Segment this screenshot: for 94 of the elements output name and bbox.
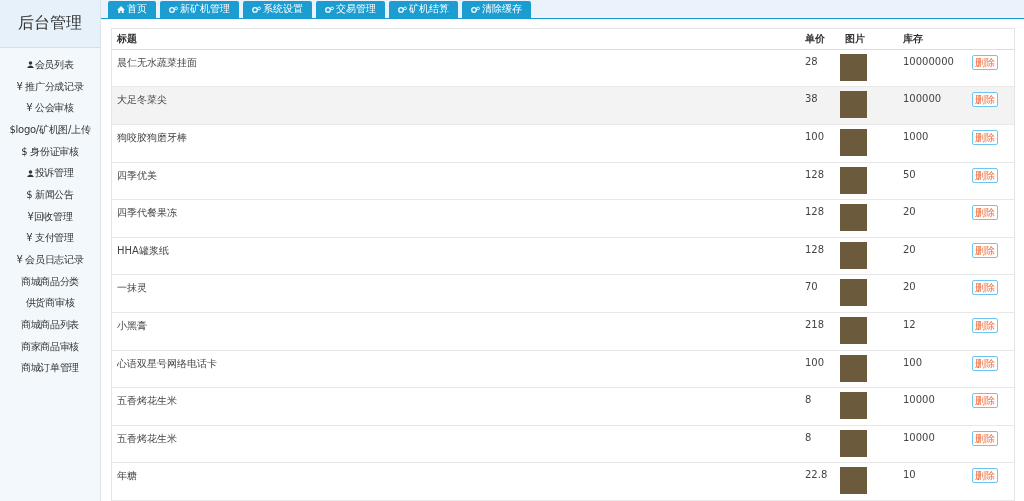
title-cell-text: HHA罐浆纸 [116,243,170,258]
stock-cell-text: 1000 [902,130,930,143]
delete-button[interactable]: 删除 [972,355,998,371]
title-cell-text: 四季代餐果冻 [116,206,178,221]
photo-placeholder [840,279,867,307]
stock-cell-text: 10000 [902,393,936,406]
sidebar-item[interactable]: $logo/矿机图/上传 [9,119,91,141]
column-header: 单价 [804,31,826,46]
price-cell-text: 28 [804,54,819,67]
title-cell-text: 小黑膏 [116,319,148,334]
home-icon [117,5,125,13]
user-icon [26,169,34,177]
price-cell-text: 128 [804,167,826,180]
photo-placeholder [840,467,867,495]
stock-cell-text: 10000000 [902,54,955,67]
title-cell-text: 狗咬胶狗磨牙棒 [116,131,188,146]
delete-button[interactable]: 删除 [972,318,998,334]
delete-button[interactable]: 删除 [972,130,998,146]
stock-cell-text: 10 [902,468,917,481]
sidebar-item[interactable]: ¥ 推广分成记录 [16,75,84,98]
sidebar-item[interactable]: 商城商品分类 [20,270,80,293]
stock-cell-text: 20 [902,242,917,255]
photo-placeholder [840,317,867,345]
title-cell-text: 年糖 [116,469,138,484]
title-cell-text: 心语双星号网络电话卡 [116,356,218,371]
column-header: 图片 [844,31,866,46]
column-header: 标题 [116,31,138,46]
sidebar-item[interactable]: ¥ 公会审核 [26,97,74,120]
photo-placeholder [840,241,867,269]
gears-icon [471,5,480,13]
price-cell-text: 38 [804,92,819,105]
stock-cell-text: 100000 [902,92,943,105]
nav-tab[interactable]: 矿机结算 [389,0,458,18]
stock-cell-text: 100 [902,355,924,368]
nav-tab[interactable]: 系统设置 [243,0,312,18]
delete-button[interactable]: 删除 [972,92,998,108]
stock-cell-text: 20 [902,205,917,218]
stock-cell-text: 10000 [902,430,936,443]
nav-tab[interactable]: 首页 [108,0,156,18]
sidebar-item[interactable]: 商家商品审核 [20,335,80,358]
delete-button[interactable]: 删除 [972,430,998,446]
sidebar-item[interactable]: ¥ 支付管理 [26,227,74,250]
nav-tab[interactable]: 清除缓存 [462,0,531,18]
photo-placeholder [840,166,867,194]
title-cell-text: 一抹灵 [116,281,148,296]
title-cell-text: 五香烤花生米 [116,431,178,446]
photo-placeholder [840,129,867,157]
price-cell-text: 22.8 [804,468,829,481]
price-cell-text: 8 [804,393,813,406]
sidebar-item[interactable]: $ 新闻公告 [26,184,74,206]
sidebar-item[interactable]: 供货商审核 [25,292,75,315]
title-cell-text: 大足冬菜尖 [116,93,168,108]
delete-button[interactable]: 删除 [972,280,998,296]
delete-button[interactable]: 删除 [972,167,998,183]
delete-button[interactable]: 删除 [972,468,998,484]
delete-button[interactable]: 删除 [972,205,998,221]
photo-placeholder [840,204,867,232]
stock-cell-text: 12 [902,318,917,331]
price-cell-text: 70 [804,280,819,293]
sidebar-item[interactable]: ¥ 会员日志记录 [16,249,84,271]
title-cell-text: 五香烤花生米 [116,394,178,409]
gears-icon [169,5,178,13]
price-cell-text: 128 [804,205,826,218]
title-cell-text: 晨仁无水蔬菜挂面 [116,55,198,70]
sidebar-item[interactable]: 商城商品列表 [20,314,80,336]
sidebar-item[interactable]: $ 身份证审核 [21,140,79,163]
stock-cell-text: 50 [902,167,917,180]
stock-cell-text: 20 [902,280,917,293]
delete-button[interactable]: 删除 [972,54,998,70]
nav-tab[interactable]: 交易管理 [316,0,385,18]
price-cell-text: 218 [804,318,826,331]
sidebar-item[interactable]: 投诉管理 [26,162,74,185]
gears-icon [325,5,334,13]
sidebar-item[interactable]: 商城订单管理 [20,357,80,380]
column-header: 库存 [902,31,924,46]
user-icon [26,61,34,69]
price-cell-text: 8 [804,430,813,443]
delete-button[interactable]: 删除 [972,242,998,258]
photo-placeholder [840,91,867,119]
sidebar-item[interactable]: 会员列表 [26,54,74,76]
photo-placeholder [840,53,867,81]
sidebar-item[interactable]: ¥回收管理 [27,205,73,228]
photo-placeholder [840,429,867,457]
gears-icon [252,5,261,13]
gears-icon [398,5,407,13]
nav-tab[interactable]: 新矿机管理 [160,0,239,18]
price-cell-text: 128 [804,242,826,255]
photo-placeholder [840,392,867,420]
admin-title: 后台管理 [18,13,82,34]
title-cell-text: 四季优美 [116,168,158,183]
price-cell-text: 100 [804,355,826,368]
delete-button[interactable]: 删除 [972,393,998,409]
price-cell-text: 100 [804,130,826,143]
photo-placeholder [840,354,867,382]
